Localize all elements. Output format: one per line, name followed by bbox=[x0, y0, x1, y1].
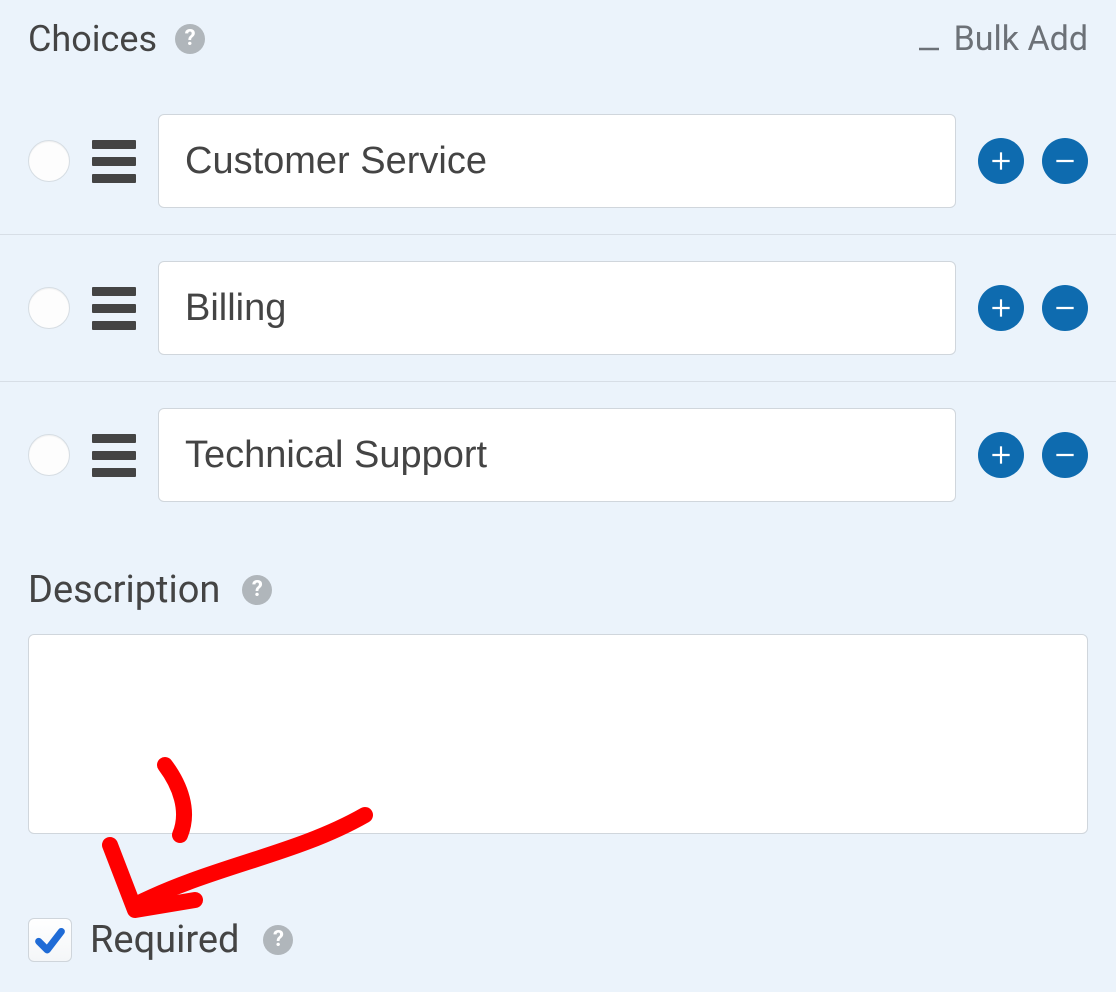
default-choice-radio[interactable] bbox=[28, 140, 70, 182]
minus-circle-icon bbox=[1052, 295, 1078, 321]
default-choice-radio[interactable] bbox=[28, 434, 70, 476]
choice-row bbox=[0, 88, 1116, 235]
default-choice-radio[interactable] bbox=[28, 287, 70, 329]
plus-circle-icon bbox=[988, 295, 1014, 321]
choice-input[interactable] bbox=[158, 261, 956, 355]
remove-choice-button[interactable] bbox=[1042, 285, 1088, 331]
description-input[interactable] bbox=[28, 634, 1088, 834]
plus-circle-icon bbox=[988, 442, 1014, 468]
remove-choice-button[interactable] bbox=[1042, 432, 1088, 478]
drag-handle-icon[interactable] bbox=[92, 138, 136, 185]
drag-handle-icon[interactable] bbox=[92, 285, 136, 332]
bulk-add-button[interactable]: Bulk Add bbox=[914, 19, 1088, 59]
minus-circle-icon bbox=[1052, 148, 1078, 174]
description-label: Description bbox=[28, 568, 220, 612]
choice-input[interactable] bbox=[158, 408, 956, 502]
choice-input[interactable] bbox=[158, 114, 956, 208]
drag-handle-icon[interactable] bbox=[92, 432, 136, 479]
add-choice-button[interactable] bbox=[978, 138, 1024, 184]
choices-list bbox=[0, 88, 1116, 528]
required-label: Required bbox=[90, 918, 239, 962]
check-icon bbox=[33, 923, 67, 957]
choices-label: Choices bbox=[28, 18, 157, 60]
question-circle-icon[interactable]: ? bbox=[263, 925, 293, 955]
download-icon bbox=[914, 24, 944, 54]
choice-row bbox=[0, 235, 1116, 382]
minus-circle-icon bbox=[1052, 442, 1078, 468]
bulk-add-label: Bulk Add bbox=[954, 19, 1088, 59]
choice-row bbox=[0, 382, 1116, 528]
question-circle-icon[interactable]: ? bbox=[242, 575, 272, 605]
remove-choice-button[interactable] bbox=[1042, 138, 1088, 184]
plus-circle-icon bbox=[988, 148, 1014, 174]
question-circle-icon[interactable]: ? bbox=[175, 24, 205, 54]
add-choice-button[interactable] bbox=[978, 432, 1024, 478]
required-checkbox[interactable] bbox=[28, 918, 72, 962]
add-choice-button[interactable] bbox=[978, 285, 1024, 331]
